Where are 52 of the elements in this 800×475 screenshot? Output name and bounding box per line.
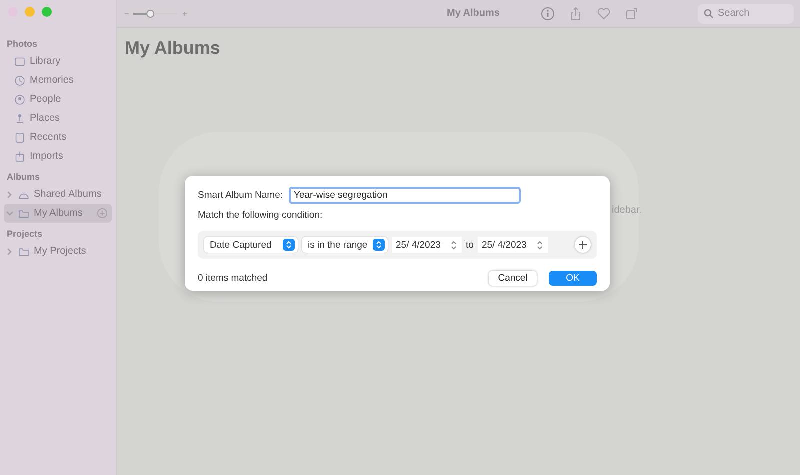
- pin-icon: [14, 112, 26, 124]
- clock-icon: [14, 74, 26, 86]
- window-title: My Albums: [447, 8, 501, 19]
- sidebar-item[interactable]: Shared Albums: [4, 185, 112, 204]
- minimize-button[interactable]: [25, 7, 35, 17]
- stepper-icon: [373, 239, 385, 251]
- search-field[interactable]: Search: [698, 4, 794, 24]
- document-icon: [14, 132, 26, 144]
- stepper-icon[interactable]: [536, 239, 544, 251]
- field-popup[interactable]: Date Captured: [204, 237, 298, 253]
- add-condition-button[interactable]: [575, 237, 591, 253]
- cancel-button[interactable]: Cancel: [489, 271, 537, 286]
- tray-icon: [14, 150, 26, 162]
- folder-icon: [18, 208, 30, 220]
- ok-button[interactable]: OK: [549, 271, 597, 286]
- rotate-icon[interactable]: [625, 6, 639, 20]
- stepper-icon: [283, 239, 295, 251]
- date-field[interactable]: 25/ 4/2023: [392, 237, 462, 253]
- sidebar-section-title: Photos: [6, 38, 38, 51]
- field-label: Smart Album Name:: [198, 190, 283, 201]
- operator-popup[interactable]: is in the range: [302, 237, 388, 253]
- sidebar-item[interactable]: Memories: [4, 71, 112, 90]
- sidebar-item[interactable]: Recents: [4, 128, 112, 147]
- sidebar-item[interactable]: My Albums: [4, 204, 112, 223]
- album-name-field[interactable]: Year-wise segregation: [289, 187, 521, 204]
- sidebar-item[interactable]: My Projects: [4, 242, 112, 261]
- share-icon[interactable]: [569, 6, 583, 20]
- sidebar-item[interactable]: People: [4, 90, 112, 109]
- stepper-icon[interactable]: [450, 239, 458, 251]
- plus-icon: [579, 241, 587, 249]
- hint-text: idebar.: [612, 205, 642, 216]
- chevron-right-icon[interactable]: [6, 248, 14, 256]
- date-field[interactable]: 25/ 4/2023: [478, 237, 548, 253]
- sidebar-section-title: Albums: [6, 171, 42, 184]
- zoom-button[interactable]: [42, 7, 52, 17]
- chevron-right-icon[interactable]: [6, 190, 14, 198]
- search-icon: [704, 8, 714, 18]
- chevron-down-icon[interactable]: [6, 210, 14, 218]
- condition-label: Match the following condition:: [198, 210, 324, 221]
- person-icon: [14, 94, 26, 106]
- range-joiner: to: [466, 240, 474, 250]
- sidebar-item[interactable]: Imports: [4, 147, 112, 166]
- heart-icon[interactable]: [597, 6, 611, 20]
- add-icon[interactable]: [97, 208, 108, 219]
- folder-icon: [18, 246, 30, 258]
- sidebar-item[interactable]: Places: [4, 109, 112, 128]
- sidebar-item[interactable]: Library: [4, 52, 112, 71]
- photo-icon: [14, 56, 26, 68]
- match-count: 0 items matched: [198, 273, 268, 284]
- info-icon[interactable]: [541, 6, 555, 20]
- sidebar-section-title: Projects: [6, 228, 44, 241]
- page-heading: My Albums: [125, 38, 222, 59]
